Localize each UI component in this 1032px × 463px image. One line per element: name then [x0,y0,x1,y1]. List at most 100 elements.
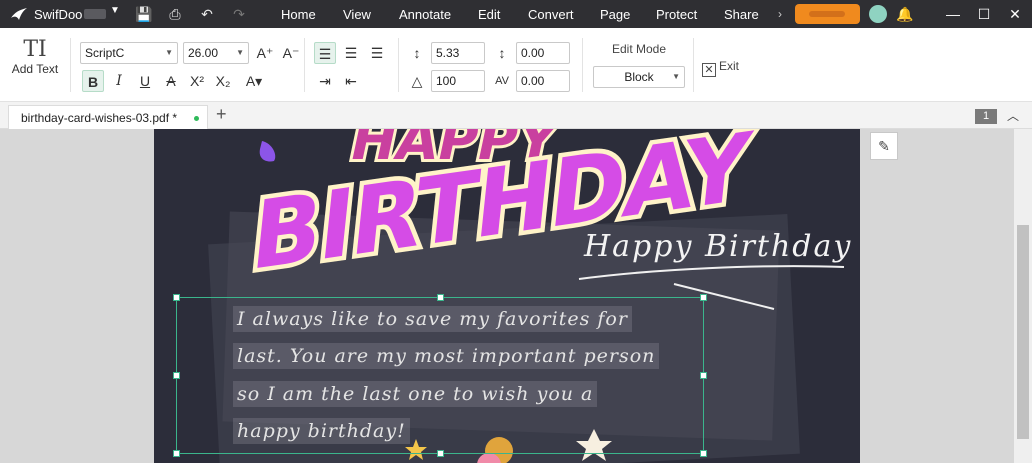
indent-increase-icon[interactable]: ⇥ [314,70,336,92]
font-color-button[interactable]: A▾ [240,70,268,92]
add-tab-button[interactable]: + [216,104,227,125]
add-text-button[interactable]: TI Add Text [8,37,62,77]
exit-label: Exit [719,59,740,73]
indent-decrease-icon[interactable]: ⇤ [340,70,362,92]
decrease-font-icon[interactable]: A⁻ [280,42,302,64]
text-line[interactable]: last. You are my most important person [233,343,660,369]
divider [582,38,583,92]
pdf-page[interactable]: HAPPY BIRTHDAY Happy Birthday I always l… [154,129,860,463]
font-size-select[interactable]: 26.00 ▼ [183,42,249,64]
menu-convert[interactable]: Convert [528,7,574,22]
close-icon: ✕ [702,63,716,77]
scale-icon: △ [411,73,423,89]
paragraph-spacing-icon: ↕ [498,45,506,61]
upgrade-button[interactable] [795,4,860,24]
edit-mode-value: Block [624,70,654,84]
resize-handle[interactable] [437,450,444,457]
font-family-value: ScriptC [85,46,125,60]
divider [693,38,694,92]
avatar[interactable] [869,5,887,23]
account-name-redacted [84,9,106,19]
tab-document[interactable]: birthday-card-wishes-03.pdf * [8,105,208,129]
collapse-toolbar-chevron-icon[interactable]: ︿ [1007,107,1019,124]
exit-button[interactable]: ✕ Exit [702,59,739,77]
char-spacing-input[interactable]: 0.00 [516,42,570,64]
tab-file-name: birthday-card-wishes-03.pdf * [21,111,178,125]
menu-home[interactable]: Home [281,7,316,22]
page-indicator: 1 [975,109,997,124]
text-tool-icon: TI [23,37,47,62]
balloon-icon [259,141,276,162]
bell-icon[interactable]: 🔔 [895,4,915,24]
resize-handle[interactable] [700,450,707,457]
italic-button[interactable]: I [108,70,130,92]
edit-mode-label: Edit Mode [612,42,667,56]
app-menu-caret-icon[interactable]: ▼ [110,5,120,16]
more-menu-chevron-icon[interactable]: › [772,0,788,28]
menu-share[interactable]: Share [724,7,759,22]
line-spacing-icon: ↕ [413,45,421,61]
chevron-down-icon: ▼ [672,72,680,81]
resize-handle[interactable] [700,294,707,301]
menu-protect[interactable]: Protect [656,7,697,22]
increase-font-icon[interactable]: A⁺ [254,42,276,64]
close-button[interactable]: ✕ [1005,4,1025,24]
scrollbar-thumb[interactable] [1017,225,1029,439]
chevron-down-icon: ▼ [236,48,244,57]
font-family-select[interactable]: ScriptC ▼ [80,42,178,64]
subscript-button[interactable]: X₂ [212,70,234,92]
line-spacing-value: 5.33 [436,46,460,60]
scale-value: 100 [436,74,457,88]
word-spacing-value: 0.00 [521,74,545,88]
word-spacing-icon: AV [495,75,509,87]
happy-birthday-script: Happy Birthday [584,229,853,264]
swifdoo-logo-icon [11,8,27,20]
edit-toolbar: TI Add Text ScriptC ▼ 26.00 ▼ A⁺ A⁻ B I U … [0,28,1032,102]
bold-button[interactable]: B [82,70,104,92]
add-text-label: Add Text [11,62,59,76]
document-canvas[interactable]: HAPPY BIRTHDAY Happy Birthday I always l… [0,129,1014,463]
resize-handle[interactable] [173,294,180,301]
menu-page[interactable]: Page [600,7,630,22]
superscript-button[interactable]: X² [186,70,208,92]
redo-icon[interactable]: ↷ [230,5,248,23]
line-spacing-input[interactable]: 5.33 [431,42,485,64]
resize-handle[interactable] [437,294,444,301]
resize-handle[interactable] [700,372,707,379]
unsaved-indicator-icon [194,116,199,121]
text-line[interactable]: I always like to save my favorites for [233,306,632,332]
title-bar: SwifDoo ▼ 💾 ⎙ ↶ ↷ Home View Annotate Edi… [0,0,1032,28]
underline-button[interactable]: U [134,70,156,92]
font-size-value: 26.00 [188,46,219,60]
align-left-icon[interactable]: ☰ [314,42,336,64]
resize-handle[interactable] [173,450,180,457]
upgrade-label-redacted [809,11,845,17]
selected-text-block[interactable]: I always like to save my favorites for l… [173,294,707,457]
menu-annotate[interactable]: Annotate [399,7,451,22]
undo-icon[interactable]: ↶ [198,5,216,23]
birthday-title: BIRTHDAY [247,129,757,292]
text-line[interactable]: so I am the last one to wish you a [233,381,598,407]
char-spacing-value: 0.00 [521,46,545,60]
save-icon[interactable]: 💾 [135,5,153,23]
print-icon[interactable]: ⎙ [166,5,184,23]
divider [70,38,71,92]
vertical-scrollbar[interactable] [1014,129,1032,463]
maximize-button[interactable]: ☐ [974,4,994,24]
menu-view[interactable]: View [343,7,371,22]
divider [398,38,399,92]
text-line[interactable]: happy birthday! [233,418,410,444]
strikethrough-button[interactable]: A [160,70,182,92]
align-center-icon[interactable]: ☰ [340,42,362,64]
document-tab-bar: birthday-card-wishes-03.pdf * + 1 ︿ [0,102,1032,129]
word-spacing-input[interactable]: 0.00 [516,70,570,92]
menu-edit[interactable]: Edit [478,7,500,22]
scale-input[interactable]: 100 [431,70,485,92]
edit-pen-icon[interactable]: ✎ [870,132,898,160]
edit-mode-select[interactable]: Block ▼ [593,66,685,88]
resize-handle[interactable] [173,372,180,379]
align-right-icon[interactable]: ☰ [366,42,388,64]
chevron-down-icon: ▼ [165,48,173,57]
app-name: SwifDoo [34,7,83,22]
minimize-button[interactable]: — [943,4,963,24]
